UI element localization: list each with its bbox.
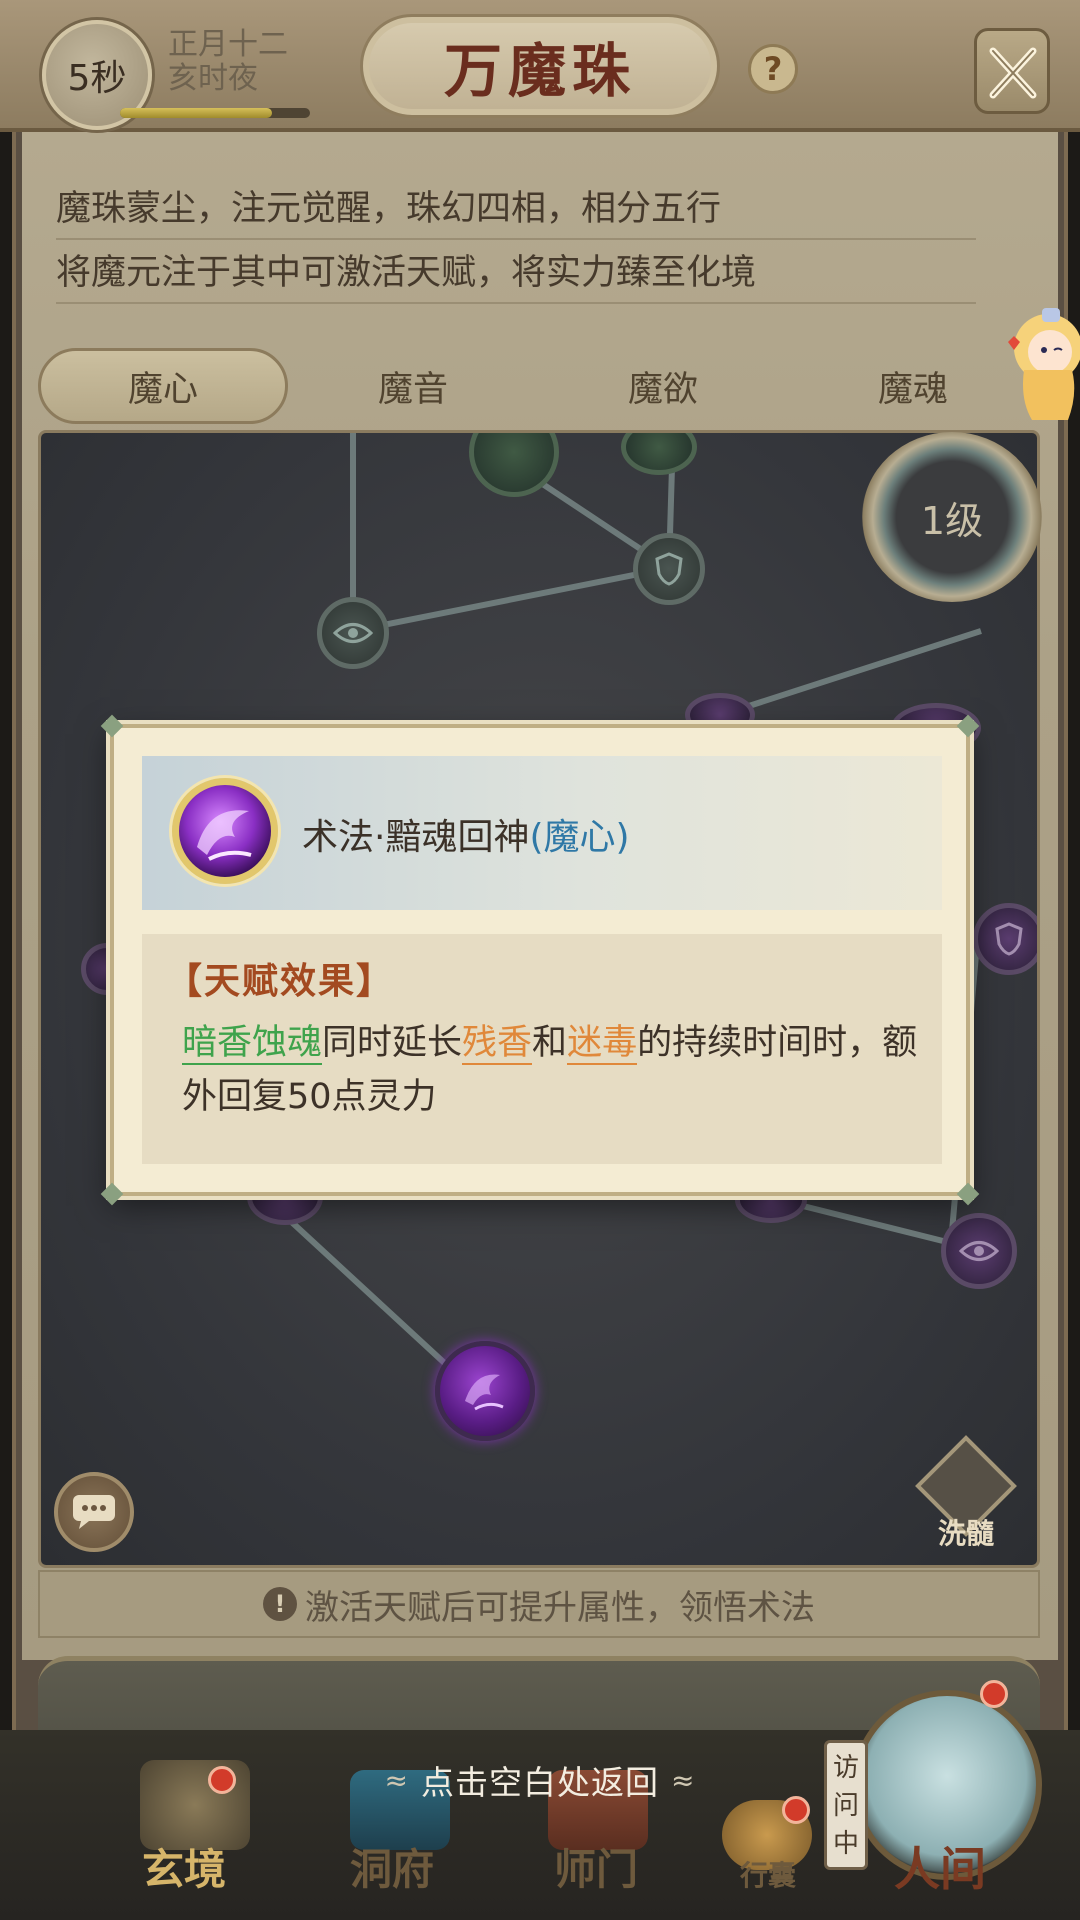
talent-node-eye[interactable] [941, 1213, 1017, 1289]
hint-bar: ! 激活天赋后可提升属性，领悟术法 [38, 1570, 1040, 1638]
effect-text-part: 和 [532, 1023, 568, 1063]
cloud-left-icon: ≈ [384, 1763, 409, 1797]
notification-dot [208, 1766, 236, 1794]
return-hint[interactable]: ≈ 点击空白处返回 ≈ [340, 1752, 740, 1808]
hint-text: 激活天赋后可提升属性，领悟术法 [305, 1587, 815, 1628]
help-icon: ? [763, 50, 783, 88]
cloud-right-icon: ≈ [671, 1763, 696, 1797]
dark-soul-icon [465, 1374, 504, 1411]
dock-dongfu[interactable]: 洞府 [332, 1836, 452, 1896]
tab-bar: 魔心 魔音 魔欲 魔魂 [38, 348, 1038, 424]
return-hint-text: 点击空白处返回 [421, 1763, 659, 1802]
lunar-date: 正月十二 [168, 27, 288, 62]
level-badge: 1级 [862, 432, 1042, 602]
level-text: 1级 [920, 498, 984, 543]
exclamation-icon: ! [263, 1587, 297, 1621]
talent-node-eye[interactable] [317, 597, 389, 669]
wash-marrow-button[interactable]: 洗髓 [915, 1435, 1017, 1552]
dock-renjian[interactable]: 人间 [880, 1836, 1000, 1896]
skill-header: 术法·黯魂回神(魔心) [142, 756, 942, 910]
page-title: 万魔珠 [443, 37, 636, 105]
time-progress-bar [120, 108, 310, 118]
mascot-avatar[interactable] [1000, 290, 1080, 430]
effect-description: 暗香蚀魂同时延长残香和迷毒的持续时间时，额外回复50点灵力 [182, 1016, 922, 1124]
dock-shimen[interactable]: 师门 [536, 1836, 656, 1896]
shield-icon [655, 552, 683, 586]
tab-mo-yu[interactable]: 魔欲 [538, 348, 788, 424]
dock-xuanjing[interactable]: 玄境 [124, 1836, 244, 1896]
wash-marrow-label: 洗髓 [937, 1517, 994, 1550]
eye-icon [959, 1241, 999, 1261]
talent-detail-popup: 术法·黯魂回神(魔心) 【天赋效果】 暗香蚀魂同时延长残香和迷毒的持续时间时，额… [100, 714, 980, 1206]
keyword-anxiang-shihun[interactable]: 暗香蚀魂 [182, 1023, 323, 1065]
visiting-tag: 访问中 [824, 1740, 868, 1870]
effect-header: 【天赋效果】 [166, 960, 395, 1002]
tab-mo-xin[interactable]: 魔心 [38, 348, 288, 424]
time-of-day: 亥时夜 [168, 61, 258, 96]
talent-node-selected[interactable] [435, 1341, 535, 1441]
talent-node-shield[interactable] [973, 903, 1037, 975]
title-plate: 万魔珠 [360, 14, 720, 118]
intro-text: 魔珠蒙尘，注元觉醒，珠幻四相，相分五行 将魔元注于其中可激活天赋，将实力臻至化境 [56, 178, 976, 306]
tab-mo-yin[interactable]: 魔音 [288, 348, 538, 424]
dock-xingnang[interactable]: 行囊 [708, 1844, 828, 1904]
close-icon [989, 47, 1037, 99]
effect-text-part: 同时延长 [322, 1023, 463, 1063]
help-button[interactable]: ? [748, 44, 798, 94]
header-bar: 5秒 正月十二 亥时夜 万魔珠 ? [0, 0, 1080, 132]
skill-name: 术法·黯魂回神 [302, 817, 530, 858]
notification-dot [782, 1796, 810, 1824]
chat-icon [73, 1495, 115, 1529]
date-display: 正月十二 亥时夜 [168, 28, 288, 96]
skill-title: 术法·黯魂回神(魔心) [302, 808, 630, 860]
talent-node-shield[interactable] [633, 533, 705, 605]
timer-text: 5秒 [67, 58, 127, 99]
chat-button[interactable] [54, 1472, 134, 1552]
intro-line-1: 魔珠蒙尘，注元觉醒，珠幻四相，相分五行 [56, 178, 976, 240]
close-button[interactable] [974, 28, 1050, 114]
keyword-midu[interactable]: 迷毒 [567, 1023, 638, 1065]
keyword-canxiang[interactable]: 残香 [462, 1023, 533, 1065]
dark-soul-skill-icon [172, 778, 278, 884]
shield-icon [995, 922, 1023, 956]
effect-box: 【天赋效果】 暗香蚀魂同时延长残香和迷毒的持续时间时，额外回复50点灵力 [142, 934, 942, 1164]
notification-dot [980, 1680, 1008, 1708]
intro-line-2: 将魔元注于其中可激活天赋，将实力臻至化境 [56, 242, 976, 304]
skill-category-tag: (魔心) [529, 817, 630, 858]
eye-icon [333, 623, 373, 643]
